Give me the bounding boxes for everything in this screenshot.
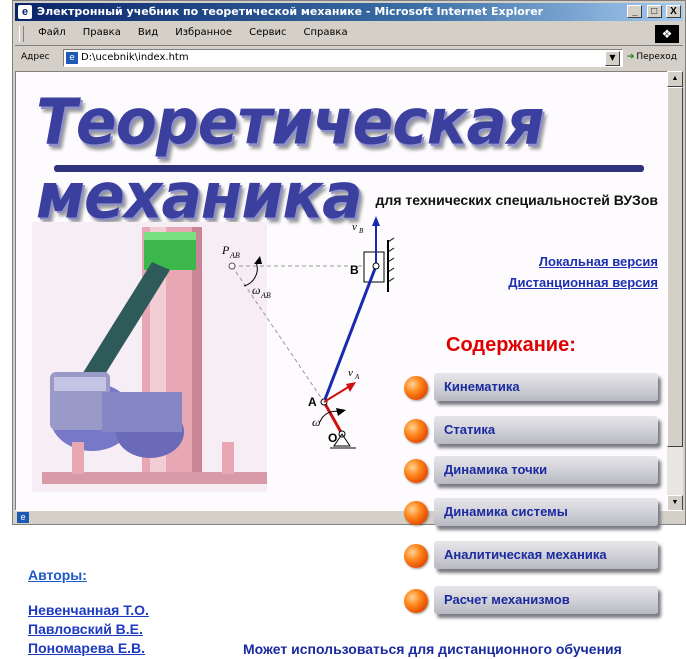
address-value: D:\ucebnik\index.htm	[81, 52, 189, 63]
maximize-button[interactable]: □	[646, 5, 662, 18]
point-dynamics-label: Динамика точки	[444, 462, 548, 477]
page-icon: e	[66, 52, 78, 64]
system-dynamics-button[interactable]: Динамика системы	[434, 498, 658, 526]
title-bar[interactable]: e Электронный учебник по теоретической м…	[15, 3, 683, 21]
mechanism-calc-label: Расчет механизмов	[444, 592, 570, 607]
address-dropdown-button[interactable]: ▼	[605, 51, 620, 66]
ie-app-icon: e	[18, 5, 32, 19]
local-version-link[interactable]: Локальная версия	[539, 254, 658, 269]
go-button[interactable]: ➔ Переход	[627, 52, 677, 62]
scroll-up-button[interactable]: ▲	[667, 71, 683, 87]
label-omega: ω	[312, 415, 320, 429]
label-point-o: O	[328, 431, 337, 445]
statics-label: Статика	[444, 422, 496, 437]
bullet-icon	[404, 376, 428, 400]
label-point-b: B	[350, 263, 359, 277]
author-link[interactable]: Невенчанная Т.О.	[28, 602, 149, 618]
label-omega-ab-sub: AB	[260, 291, 271, 300]
label-p-ab-sub: AB	[229, 251, 240, 260]
menu-row-mechanism-calc: Расчет механизмов	[404, 584, 674, 618]
bullet-icon	[404, 589, 428, 613]
close-button[interactable]: X	[666, 5, 681, 18]
mechanism-diagram: P AB ω AB v B B v A A ω O	[221, 216, 395, 449]
bullet-icon	[404, 544, 428, 568]
kinematics-label: Кинематика	[444, 379, 520, 394]
title-underline	[54, 165, 644, 172]
authors-label: Авторы:	[28, 567, 87, 583]
minimize-button[interactable]: _	[627, 5, 643, 18]
menu-row-system-dynamics: Динамика системы	[404, 496, 674, 530]
menu-favorites[interactable]: Избранное	[168, 23, 239, 38]
menu-help[interactable]: Справка	[297, 23, 355, 38]
page-subtitle: для технических специальностей ВУЗов	[375, 192, 658, 208]
analytical-mechanics-button[interactable]: Аналитическая механика	[434, 541, 658, 569]
menu-tools[interactable]: Сервис	[242, 23, 293, 38]
contents-heading: Содержание:	[446, 334, 576, 356]
toolbar-grip[interactable]	[19, 26, 24, 42]
mechanism-calc-button[interactable]: Расчет механизмов	[434, 586, 658, 614]
bullet-icon	[404, 419, 428, 443]
menu-row-kinematics: Кинематика	[404, 371, 674, 405]
menu-file[interactable]: Файл	[31, 23, 73, 38]
distance-version-link[interactable]: Дистанционная версия	[508, 275, 658, 290]
bullet-icon	[404, 459, 428, 483]
address-bar: Адрес e D:\ucebnik\index.htm ▼ ➔ Переход	[15, 47, 683, 69]
distance-learning-note: Может использоваться для дистанционного …	[243, 641, 622, 657]
label-v-a-sub: A	[354, 373, 360, 381]
label-point-a: A	[308, 395, 317, 409]
analytical-mechanics-label: Аналитическая механика	[444, 547, 607, 562]
kinematics-button[interactable]: Кинематика	[434, 373, 658, 401]
label-v-a: v	[348, 367, 353, 379]
menu-row-point-dynamics: Динамика точки	[404, 454, 674, 488]
label-p-ab: P	[221, 243, 230, 257]
menu-bar: Файл Правка Вид Избранное Сервис Справка…	[15, 23, 683, 46]
window-controls: _ □ X	[626, 5, 681, 23]
author-link[interactable]: Павловский В.Е.	[28, 621, 143, 637]
go-arrow-icon: ➔	[626, 52, 635, 62]
bullet-icon	[404, 501, 428, 525]
windows-logo-icon: ❖	[655, 25, 679, 43]
statics-button[interactable]: Статика	[434, 416, 658, 444]
system-dynamics-label: Динамика системы	[444, 504, 568, 519]
author-link[interactable]: Пономарева Е.В.	[28, 640, 145, 656]
window-title: Электронный учебник по теоретической мех…	[37, 5, 544, 18]
menu-view[interactable]: Вид	[131, 23, 165, 38]
point-dynamics-button[interactable]: Динамика точки	[434, 456, 658, 484]
address-input[interactable]: e D:\ucebnik\index.htm ▼	[63, 49, 623, 67]
menu-edit[interactable]: Правка	[76, 23, 128, 38]
go-label: Переход	[636, 52, 677, 62]
menu-row-statics: Статика	[404, 414, 674, 448]
address-label: Адрес	[21, 52, 50, 62]
label-v-b-sub: B	[359, 227, 364, 235]
menu-row-analytical-mechanics: Аналитическая механика	[404, 539, 674, 573]
page-title: Теоретическая механика	[36, 86, 545, 233]
label-v-b: v	[352, 221, 357, 233]
label-omega-ab: ω	[252, 283, 260, 297]
status-page-icon: e	[17, 512, 29, 523]
